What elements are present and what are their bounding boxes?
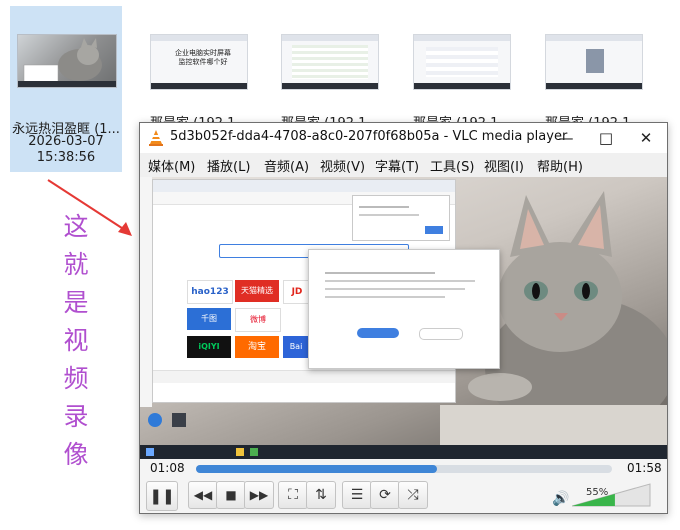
window-title: 5d3b052f-dda4-4708-a8c0-207f0f68b05a - V…: [170, 129, 568, 144]
loop-button[interactable]: ⟳: [370, 481, 400, 509]
video-thumbnail-5[interactable]: [545, 34, 643, 90]
annotation-char: 频: [63, 364, 89, 393]
fullscreen-button[interactable]: ⛶: [278, 481, 308, 509]
playlist-button[interactable]: ☰: [342, 481, 372, 509]
menu-tools[interactable]: 工具(S): [430, 156, 474, 175]
logo-tmall: 天猫精选: [235, 280, 279, 302]
logo-qiantu: 千图: [187, 308, 231, 330]
annotation-label: 这就是视频录像: [58, 208, 94, 474]
logo-hao123: hao123: [187, 280, 233, 304]
shuffle-button[interactable]: ⤮: [398, 481, 428, 509]
logo-jd: JD: [283, 280, 311, 304]
menu-subtitle[interactable]: 字幕(T): [375, 156, 419, 175]
annotation-char: 像: [63, 440, 89, 469]
annotation-char: 是: [63, 288, 89, 317]
stop-button[interactable]: ■: [216, 481, 246, 509]
menu-playback[interactable]: 播放(L): [207, 156, 250, 175]
menu-media[interactable]: 媒体(M): [148, 156, 195, 175]
annotation-char: 就: [63, 250, 89, 279]
annotation-char: 视: [63, 326, 89, 355]
thumbnail-caption: 企业电脑实时屏幕监控软件哪个好: [175, 49, 231, 66]
extended-settings-button[interactable]: ⇅: [306, 481, 336, 509]
annotation-text: 这就是视频录像: [58, 208, 94, 474]
video-thumbnail-2[interactable]: 企业电脑实时屏幕监控软件哪个好: [150, 34, 248, 90]
recorded-taskbar: [140, 445, 667, 459]
menu-video[interactable]: 视频(V): [320, 156, 365, 175]
previous-button[interactable]: ◀◀: [188, 481, 218, 509]
seek-bar-fill: [196, 465, 438, 473]
recorded-desktop-icon: [148, 413, 162, 427]
logo-baidu: Bai: [283, 336, 309, 358]
menu-view[interactable]: 视图(I): [484, 156, 524, 175]
elapsed-time: 01:08: [150, 461, 185, 475]
title-bar[interactable]: 5d3b052f-dda4-4708-a8c0-207f0f68b05a - V…: [140, 123, 667, 153]
minimize-button[interactable]: —: [546, 123, 586, 153]
seek-bar[interactable]: [196, 465, 612, 473]
speaker-icon[interactable]: 🔊: [552, 491, 569, 507]
logo-iqiyi: iQIYI: [187, 336, 231, 358]
logo-taobao: 淘宝: [235, 336, 279, 358]
vlc-window: 5d3b052f-dda4-4708-a8c0-207f0f68b05a - V…: [139, 122, 668, 514]
video-frame[interactable]: hao123 天猫精选 JD 千图 微博 淘宝 iQIYI Bai: [140, 177, 667, 459]
total-duration: 01:58: [627, 461, 662, 475]
file-date: 2026-03-07: [28, 134, 104, 149]
recorded-popup: [352, 195, 450, 241]
video-thumbnail-4[interactable]: [413, 34, 511, 90]
video-thumbnail-3[interactable]: [281, 34, 379, 90]
annotation-char: 录: [63, 402, 89, 431]
vlc-cone-icon: [149, 130, 163, 146]
volume-percent: 55%: [586, 487, 609, 498]
video-thumbnail-cat[interactable]: [17, 34, 117, 88]
menu-help[interactable]: 帮助(H): [537, 156, 583, 175]
file-time: 15:38:56: [36, 150, 96, 165]
logo-weibo: 微博: [235, 308, 281, 332]
recorded-desktop-icon: [172, 413, 186, 427]
menu-bar: 媒体(M) 播放(L) 音频(A) 视频(V) 字幕(T) 工具(S) 视图(I…: [140, 153, 667, 177]
recorded-sidebar: [140, 177, 152, 407]
maximize-button[interactable]: □: [586, 123, 626, 153]
close-button[interactable]: ✕: [626, 123, 666, 153]
volume-slider[interactable]: [572, 483, 652, 507]
menu-audio[interactable]: 音频(A): [264, 156, 309, 175]
annotation-char: 这: [63, 212, 89, 241]
pause-button[interactable]: ❚❚: [146, 481, 178, 511]
next-button[interactable]: ▶▶: [244, 481, 274, 509]
recorded-dialog: [308, 249, 500, 369]
cat-thumbnail-image: [18, 38, 116, 87]
